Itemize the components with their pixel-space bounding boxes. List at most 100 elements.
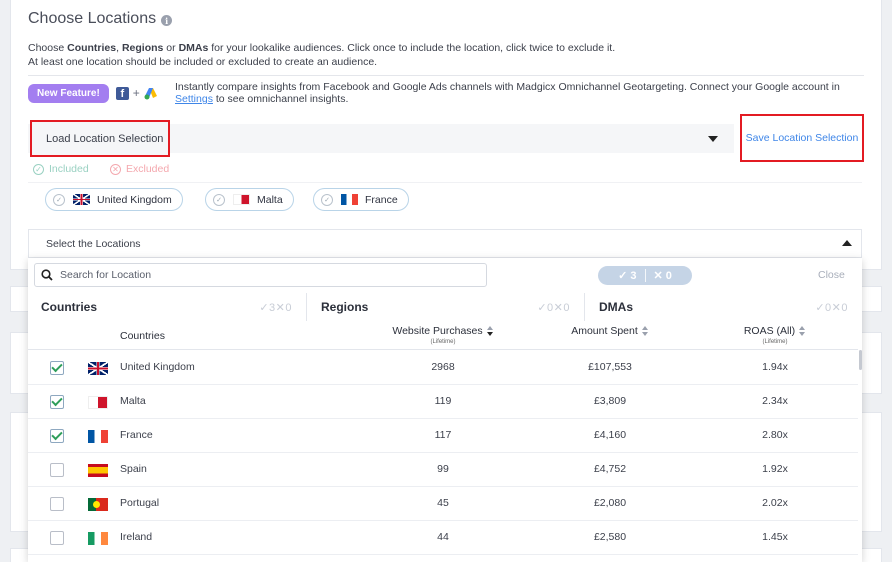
row-purchases: 2968 — [431, 361, 455, 373]
row-amount-spent: £3,809 — [593, 395, 627, 407]
desc-sep: or — [163, 42, 179, 54]
portugal-flag-icon — [88, 498, 108, 511]
tab-countries[interactable]: Countries ✓3✕0 — [28, 293, 306, 321]
tab-counter: ✓0✕0 — [815, 301, 848, 314]
google-ads-icon — [144, 87, 158, 100]
column-sublabel: (Lifetime) — [430, 339, 456, 345]
feature-description-end: to see omnichannel insights. — [212, 93, 349, 105]
chip-label: Malta — [257, 193, 283, 206]
divider — [28, 75, 864, 76]
sort-icon[interactable] — [641, 326, 649, 337]
column-header-amount-spent[interactable]: Amount Spent — [550, 325, 670, 337]
check-circle-icon: ✓ — [321, 193, 333, 206]
spain-flag-icon — [88, 464, 108, 477]
row-purchases: 99 — [437, 463, 449, 475]
table-row[interactable]: Malta 119 £3,809 2.34x — [28, 385, 858, 419]
tab-excluded-count: 0 — [285, 301, 292, 314]
uk-flag-icon — [73, 194, 90, 205]
select-locations-toggle[interactable]: Select the Locations — [28, 229, 862, 258]
separator — [644, 269, 646, 282]
search-icon — [41, 269, 53, 281]
feature-description: Instantly compare insights from Facebook… — [175, 81, 840, 93]
chevron-down-icon[interactable] — [708, 136, 718, 142]
check-circle-icon: ✓ — [213, 193, 225, 206]
tab-regions[interactable]: Regions ✓0✕0 — [306, 293, 585, 321]
row-checkbox[interactable] — [50, 531, 64, 545]
facebook-icon: f — [115, 86, 129, 100]
chip-united-kingdom[interactable]: ✓ United Kingdom — [45, 188, 183, 211]
row-roas: 2.02x — [762, 497, 788, 509]
page-title-text: Choose Locations — [28, 10, 157, 27]
row-name: France — [120, 429, 153, 441]
selection-counter: ✓ 3 ✕ 0 — [598, 266, 692, 285]
tab-counter: ✓3✕0 — [259, 301, 292, 314]
desc-countries: Countries — [67, 42, 117, 54]
row-roas: 2.80x — [762, 429, 788, 441]
desc-regions: Regions — [121, 42, 164, 54]
settings-link[interactable]: Settings — [175, 93, 213, 105]
tab-included-count: 0 — [547, 301, 554, 314]
plus-icon: + — [132, 86, 140, 100]
row-purchases: 45 — [437, 497, 449, 509]
save-location-selection-button[interactable]: Save Location Selection — [740, 114, 864, 162]
table-row[interactable]: Ireland 44 £2,580 1.45x — [28, 521, 858, 555]
column-sublabel: (Lifetime) — [762, 339, 788, 345]
row-roas: 1.94x — [762, 361, 788, 373]
chip-france[interactable]: ✓ France — [313, 188, 409, 211]
row-purchases: 44 — [437, 531, 449, 543]
row-checkbox[interactable] — [50, 497, 64, 511]
france-flag-icon — [88, 430, 108, 443]
table-row[interactable]: Portugal 45 £2,080 2.02x — [28, 487, 858, 521]
scrollbar[interactable] — [859, 350, 862, 370]
row-amount-spent: £4,160 — [593, 429, 627, 441]
search-input[interactable] — [60, 269, 460, 281]
load-location-selection-button[interactable]: Load Location Selection — [30, 120, 170, 157]
malta-flag-icon — [88, 396, 108, 409]
description-line-1: Choose Countries, Regions or DMAs for yo… — [28, 41, 615, 55]
locations-dropdown: ✓3 ✕0 Close Countries ✓3✕0 Regions ✓0✕0 … — [28, 258, 862, 562]
column-header-roas[interactable]: ROAS (All) (Lifetime) — [715, 325, 835, 345]
chip-malta[interactable]: ✓ Malta — [205, 188, 294, 211]
counter-excluded: 0 — [665, 269, 672, 282]
load-location-selection-label: Load Location Selection — [46, 132, 164, 145]
column-label: Amount Spent — [571, 325, 638, 337]
tab-excluded-count: 0 — [563, 301, 570, 314]
uk-flag-icon — [88, 362, 108, 375]
x-circle-icon: ✕ — [110, 163, 121, 175]
sort-icon[interactable] — [799, 326, 806, 337]
column-label: Website Purchases — [392, 325, 483, 337]
select-locations-label: Select the Locations — [46, 237, 141, 250]
feature-row: New Feature! f + — [28, 82, 158, 104]
sort-icon[interactable] — [486, 326, 494, 337]
check-icon: ✓ — [618, 270, 628, 282]
tab-dmas[interactable]: DMAs ✓0✕0 — [585, 293, 862, 321]
row-checkbox[interactable] — [50, 361, 64, 375]
row-name: United Kingdom — [120, 361, 195, 373]
row-checkbox[interactable] — [50, 395, 64, 409]
table-row[interactable]: Spain 99 £4,752 1.92x — [28, 453, 858, 487]
description: Choose Countries, Regions or DMAs for yo… — [28, 41, 615, 69]
check-circle-icon: ✓ — [53, 193, 65, 206]
column-header-purchases[interactable]: Website Purchases (Lifetime) — [383, 325, 503, 345]
close-button[interactable]: Close — [818, 269, 845, 281]
tab-included-count: 0 — [825, 301, 832, 314]
excluded-label: Excluded — [126, 163, 170, 175]
search-box[interactable] — [34, 263, 487, 287]
feature-text: Instantly compare insights from Facebook… — [175, 81, 840, 105]
row-name: Malta — [120, 395, 146, 407]
desc-suffix: for your lookalike audiences. Click once… — [208, 42, 616, 54]
table-row[interactable]: United Kingdom 2968 £107,553 1.94x — [28, 351, 858, 385]
row-amount-spent: £107,553 — [588, 361, 632, 373]
info-icon[interactable]: i — [161, 15, 173, 26]
row-checkbox[interactable] — [50, 463, 64, 477]
row-name: Portugal — [120, 497, 160, 509]
chevron-up-icon[interactable] — [842, 240, 852, 246]
malta-flag-icon — [233, 194, 250, 205]
column-header-countries: Countries — [120, 330, 165, 342]
row-name: Ireland — [120, 531, 153, 543]
row-checkbox[interactable] — [50, 429, 64, 443]
column-label: ROAS (All) — [743, 325, 796, 337]
row-roas: 1.45x — [762, 531, 788, 543]
chip-label: United Kingdom — [97, 193, 172, 206]
table-row[interactable]: France 117 £4,160 2.80x — [28, 419, 858, 453]
